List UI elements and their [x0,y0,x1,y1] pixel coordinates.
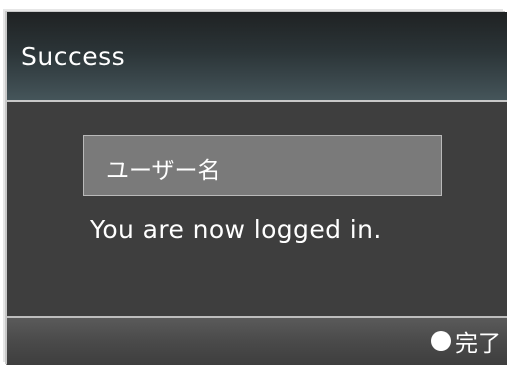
done-button-label: 完了 [455,331,501,357]
success-dialog: Success ユーザー名 You are now logged in. 完了 [7,12,507,365]
dialog-title: Success [21,42,126,71]
dialog-content: ユーザー名 You are now logged in. [7,102,507,316]
dialog-footer: 完了 [7,316,507,365]
done-button[interactable]: 完了 [431,324,501,358]
login-success-message: You are now logged in. [90,215,382,244]
circle-icon [431,331,451,351]
username-label: ユーザー名 [106,158,221,184]
username-display: ユーザー名 [83,135,442,196]
dialog-title-bar: Success [7,12,507,102]
